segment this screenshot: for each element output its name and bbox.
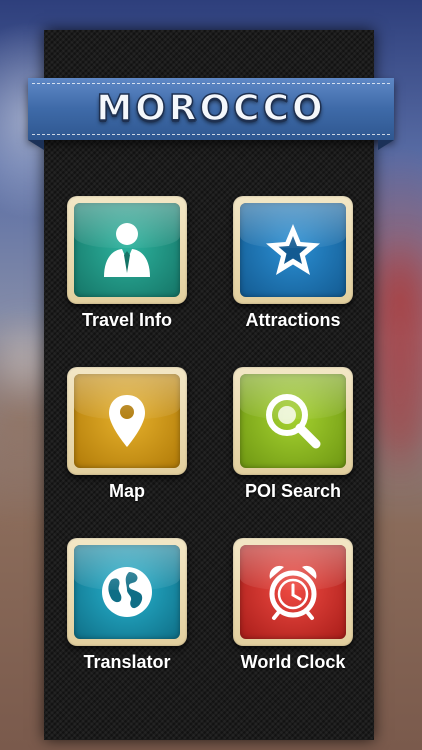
tile-frame [67, 196, 187, 304]
alarm-clock-icon [269, 565, 317, 620]
tile-frame [233, 196, 353, 304]
person-icon [104, 223, 150, 277]
tile-frame [233, 538, 353, 646]
menu-tile-translator[interactable]: Translator [52, 538, 202, 678]
background-blur-light [0, 330, 50, 390]
tile-face [74, 374, 180, 468]
tile-label-map: Map [109, 481, 145, 501]
menu-tile-poi-search[interactable]: POI Search [218, 367, 368, 507]
menu-tile-travel-info[interactable]: Travel Info [52, 196, 202, 336]
tile-face [240, 374, 346, 468]
menu-tile-attractions[interactable]: Attractions [218, 196, 368, 336]
tile-face [74, 203, 180, 297]
tile-label-world-clock: World Clock [240, 652, 346, 672]
menu-tile-map[interactable]: Map [52, 367, 202, 507]
tile-frame [67, 538, 187, 646]
tile-label-travel-info: Travel Info [81, 310, 173, 330]
globe-icon [102, 567, 152, 617]
tile-face [240, 203, 346, 297]
star-icon [266, 224, 320, 275]
tile-frame [67, 367, 187, 475]
title-banner: MOROCCO [28, 78, 394, 150]
banner-fold-right [378, 140, 394, 150]
background-blur-red [370, 250, 422, 470]
banner-fold-left [28, 140, 44, 150]
tile-label-poi-search: POI Search [244, 481, 342, 501]
tile-frame [233, 367, 353, 475]
app-title: MOROCCO [96, 87, 326, 130]
tile-label-attractions: Attractions [245, 310, 341, 330]
tile-face [74, 545, 180, 639]
map-pin-icon [109, 395, 145, 447]
magnifier-icon [266, 394, 321, 449]
menu-tile-world-clock[interactable]: World Clock [218, 538, 368, 678]
tile-face [240, 545, 346, 639]
tile-label-translator: Translator [83, 652, 171, 672]
